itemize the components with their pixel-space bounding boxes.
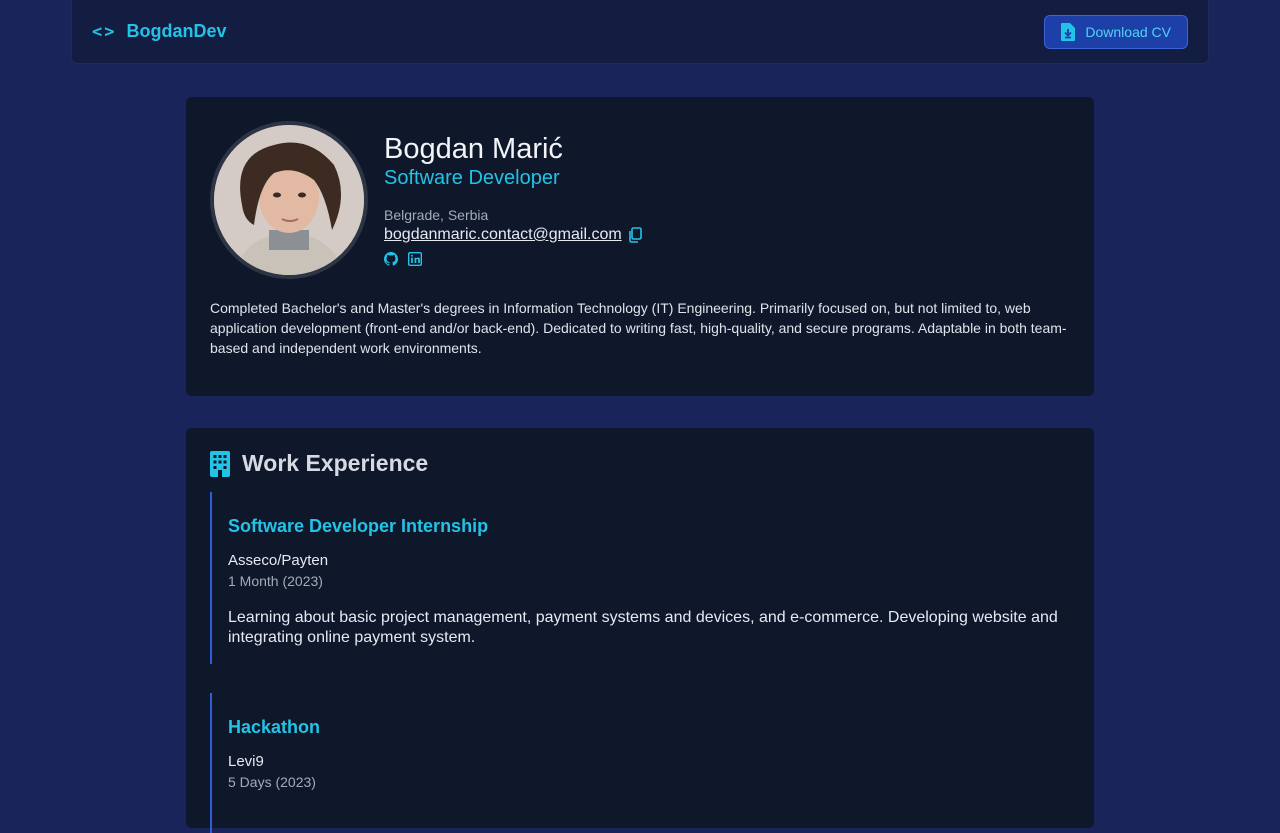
profile-card: Bogdan Marić Software Developer Belgrade…: [186, 97, 1094, 396]
download-cv-button[interactable]: Download CV: [1044, 14, 1188, 49]
download-cv-label: Download CV: [1085, 23, 1171, 40]
github-icon[interactable]: [384, 252, 398, 266]
job-duration: 1 Month (2023): [228, 573, 323, 589]
building-icon: [210, 450, 230, 477]
job-description: Learning about basic project management,…: [228, 609, 1058, 646]
work-experience-card: Work Experience Software Developer Inter…: [186, 428, 1094, 833]
profile-location: Belgrade, Serbia: [384, 207, 489, 223]
navbar: <> BogdanDev Download CV: [71, 0, 1209, 64]
job-entry: Hackathon Levi9 5 Days (2023): [210, 693, 1070, 833]
profile-bio: Completed Bachelor's and Master's degree…: [210, 300, 1067, 356]
brand-name: BogdanDev: [126, 21, 227, 41]
job-company: Asseco/Payten: [228, 552, 329, 569]
code-brackets-icon: <>: [92, 21, 117, 42]
profile-name: Bogdan Marić: [384, 133, 563, 165]
avatar: [210, 121, 368, 279]
file-download-icon: [1061, 22, 1076, 41]
avatar-photo: [214, 125, 364, 275]
section-title: Work Experience: [242, 450, 429, 476]
job-title: Software Developer Internship: [228, 516, 489, 536]
brand-link[interactable]: <> BogdanDev: [92, 21, 227, 42]
section-header: Work Experience: [210, 450, 428, 477]
job-company: Levi9: [228, 753, 264, 770]
job-entry: Software Developer Internship Asseco/Pay…: [210, 492, 1070, 664]
linkedin-icon[interactable]: [408, 252, 422, 266]
email-row: bogdanmaric.contact@gmail.com: [384, 226, 642, 244]
profile-title: Software Developer: [384, 167, 560, 189]
job-title: Hackathon: [228, 717, 321, 737]
job-duration: 5 Days (2023): [228, 774, 316, 790]
email-link[interactable]: bogdanmaric.contact@gmail.com: [384, 226, 622, 244]
social-links: [384, 252, 422, 266]
copy-icon[interactable]: [628, 227, 642, 243]
